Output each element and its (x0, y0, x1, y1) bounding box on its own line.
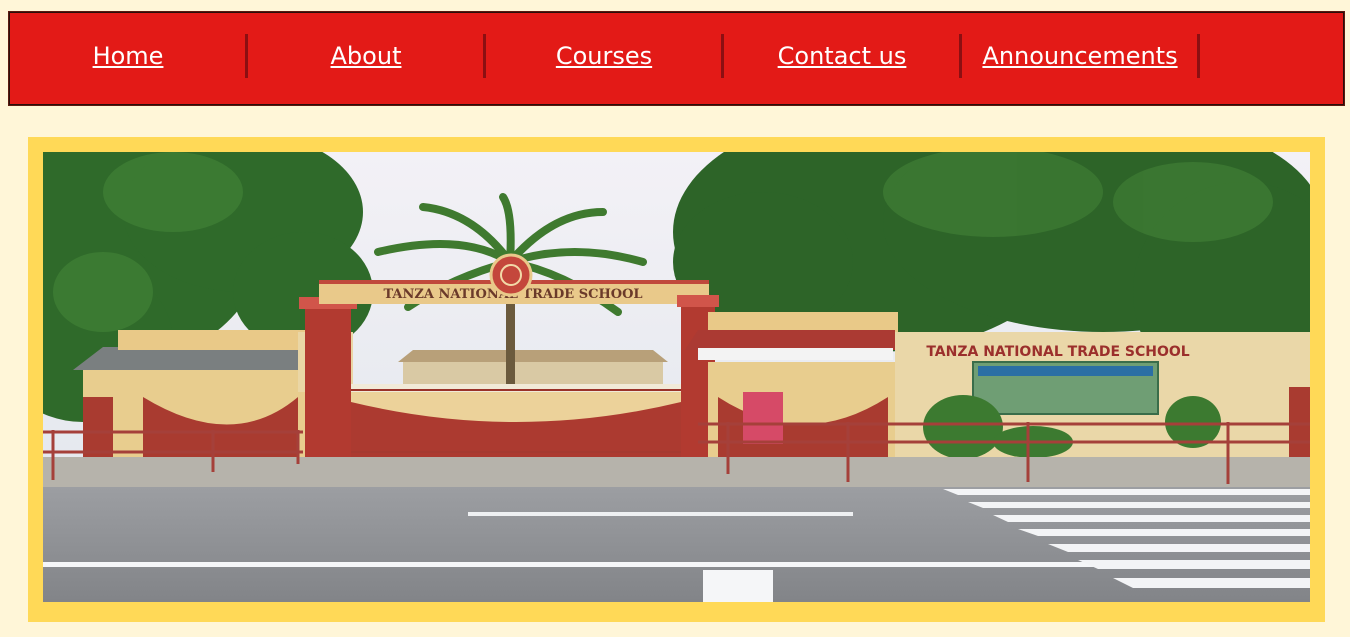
nav-home-link[interactable]: Home (11, 34, 248, 78)
nav-courses-link[interactable]: Courses (487, 34, 724, 78)
school-gate-photo: TANZA NATIONAL TRADE SCHOOL TANZA NATION… (43, 152, 1310, 602)
main-navbar: Home About Courses Contact us Announceme… (8, 11, 1345, 106)
nav-announcements-link[interactable]: Announcements (963, 34, 1200, 78)
nav-about-link[interactable]: About (249, 34, 486, 78)
hero-image-frame: TANZA NATIONAL TRADE SCHOOL TANZA NATION… (28, 137, 1325, 622)
nav-contact-us-link[interactable]: Contact us (725, 34, 962, 78)
wall-sign-text: TANZA NATIONAL TRADE SCHOOL (926, 344, 1189, 360)
